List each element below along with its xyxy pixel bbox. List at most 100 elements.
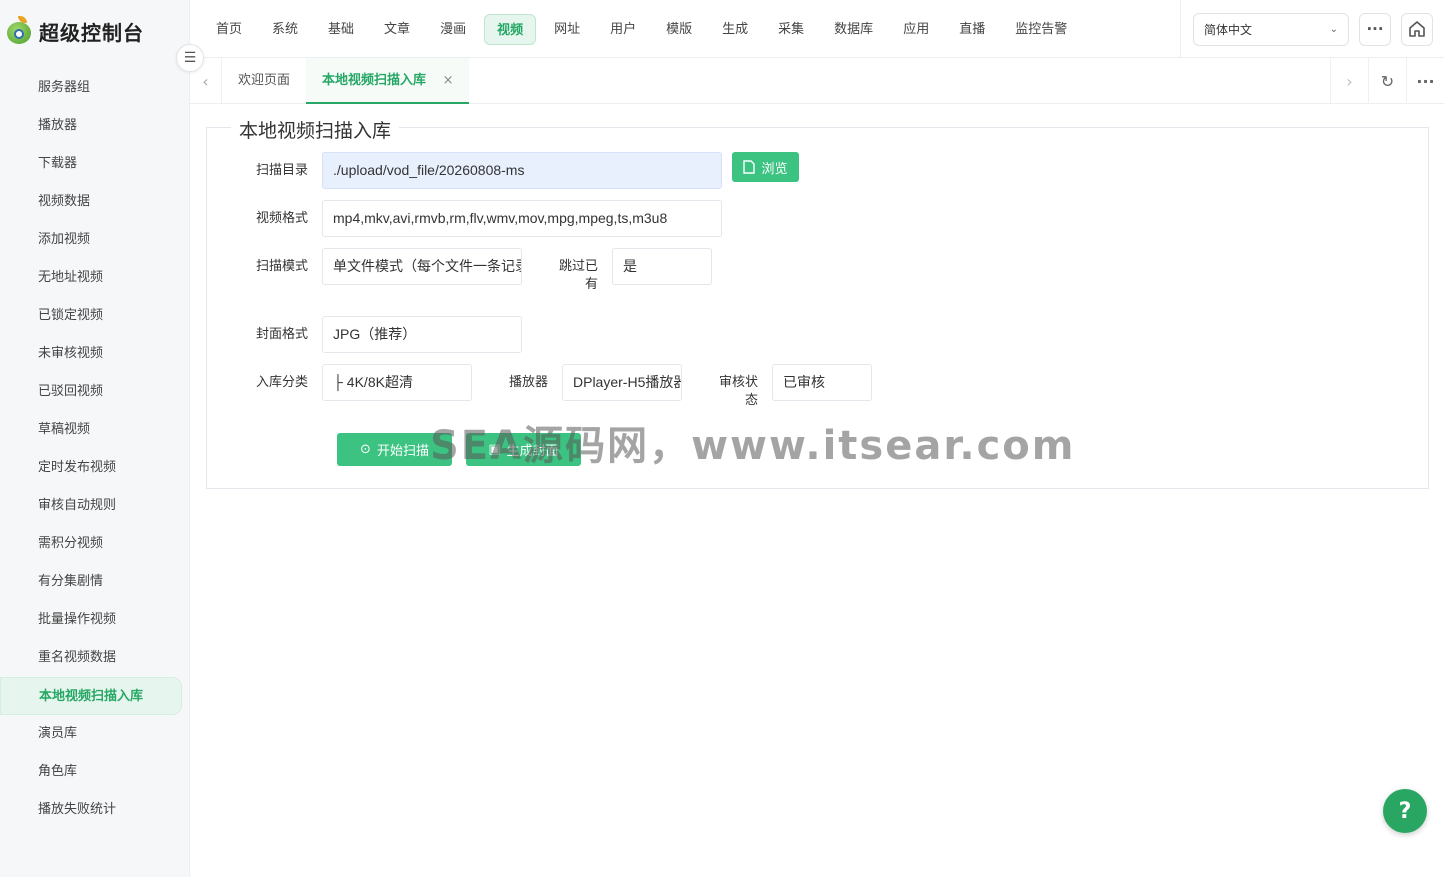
- browse-label: 浏览: [761, 161, 788, 177]
- review-status-label: 审核状 态: [700, 374, 758, 410]
- sidebar-item-rejected-video[interactable]: 已驳回视频: [0, 373, 190, 411]
- refresh-icon: ↻: [1380, 71, 1395, 91]
- sidebar-item-duplicate-video[interactable]: 重名视频数据: [0, 639, 190, 677]
- scan-mode-select[interactable]: 单文件模式（每个文件一条记录）: [322, 248, 522, 285]
- nav-website[interactable]: 网址: [542, 14, 592, 45]
- player-label: 播放器: [508, 375, 548, 390]
- sidebar-item-actors[interactable]: 演员库: [0, 715, 190, 753]
- nav-comic[interactable]: 漫画: [428, 14, 478, 45]
- close-icon[interactable]: ×: [443, 73, 454, 88]
- more-button[interactable]: ···: [1359, 12, 1391, 46]
- sidebar: 超级控制台 服务器组 播放器 下载器 视频数据 添加视频 无地址视频 已锁定视频…: [0, 0, 190, 877]
- nav-database[interactable]: 数据库: [822, 14, 885, 45]
- language-value: 简体中文: [1204, 22, 1253, 37]
- nav-system[interactable]: 系统: [260, 14, 310, 45]
- scan-mode-label: 扫描模式: [255, 259, 308, 274]
- sidebar-menu: 服务器组 播放器 下载器 视频数据 添加视频 无地址视频 已锁定视频 未审核视频…: [0, 69, 190, 829]
- help-button[interactable]: ?: [1383, 789, 1427, 833]
- sidebar-collapse-button[interactable]: ☰: [176, 44, 204, 72]
- scan-dir-input[interactable]: ./upload/vod_file/20260808-ms: [322, 152, 722, 189]
- skip-existing-label: 跳过已 有: [540, 258, 598, 294]
- video-format-input[interactable]: mp4,mkv,avi,rmvb,rm,flv,wmv,mov,mpg,mpeg…: [322, 200, 722, 237]
- sidebar-item-batch-video[interactable]: 批量操作视频: [0, 601, 190, 639]
- home-button[interactable]: [1401, 12, 1433, 46]
- skip-existing-label-line1: 跳过已: [558, 259, 598, 274]
- sidebar-item-scheduled-video[interactable]: 定时发布视频: [0, 449, 190, 487]
- generate-cover-label: 生成封面: [506, 444, 559, 459]
- nav-basic[interactable]: 基础: [316, 14, 366, 45]
- tab-local-scan[interactable]: 本地视频扫描入库 ×: [306, 58, 470, 104]
- review-status-label-line1: 审核状: [718, 375, 758, 390]
- sidebar-item-draft-video[interactable]: 草稿视频: [0, 411, 190, 449]
- app-root: 超级控制台 服务器组 播放器 下载器 视频数据 添加视频 无地址视频 已锁定视频…: [0, 0, 1444, 877]
- player-select[interactable]: DPlayer-H5播放器: [562, 364, 682, 401]
- start-scan-label: 开始扫描: [376, 444, 429, 459]
- help-icon: ?: [1398, 798, 1412, 824]
- sidebar-item-server-group[interactable]: 服务器组: [0, 69, 190, 107]
- sidebar-item-episode-plot[interactable]: 有分集剧情: [0, 563, 190, 601]
- generate-cover-button[interactable]: ▣ 生成封面: [466, 433, 581, 466]
- skip-existing-select[interactable]: 是: [612, 248, 712, 285]
- scan-dir-label: 扫描目录: [255, 163, 308, 178]
- ellipsis-icon: ···: [1416, 71, 1435, 91]
- apple-logo-icon: [4, 16, 34, 46]
- sidebar-item-player[interactable]: 播放器: [0, 107, 190, 145]
- sidebar-item-locked-video[interactable]: 已锁定视频: [0, 297, 190, 335]
- refresh-button[interactable]: ↻: [1368, 58, 1406, 104]
- review-status-label-line2: 态: [744, 393, 758, 408]
- chevron-right-icon: ›: [1346, 71, 1353, 91]
- chevron-left-icon: ‹: [202, 71, 209, 91]
- sidebar-item-play-failures[interactable]: 播放失败统计: [0, 791, 190, 829]
- tabs: 欢迎页面 本地视频扫描入库 ×: [222, 58, 470, 104]
- review-status-select[interactable]: 已审核: [772, 364, 872, 401]
- skip-existing-label-line2: 有: [584, 277, 598, 292]
- top-nav-right: 简体中文 ⌄ ···: [1180, 0, 1444, 58]
- start-scan-button[interactable]: ⊙ 开始扫描: [337, 433, 452, 466]
- nav-live[interactable]: 直播: [947, 14, 997, 45]
- sidebar-item-video-data[interactable]: 视频数据: [0, 183, 190, 221]
- cover-format-select[interactable]: JPG（推荐）: [322, 316, 522, 353]
- home-icon: [1409, 21, 1425, 37]
- file-icon: [743, 160, 756, 174]
- nav-generate[interactable]: 生成: [710, 14, 760, 45]
- nav-collect[interactable]: 采集: [766, 14, 816, 45]
- top-nav-items: 首页 系统 基础 文章 漫画 视频 网址 用户 模版 生成 采集 数据库 应用 …: [204, 14, 1085, 45]
- sidebar-item-unreviewed-video[interactable]: 未审核视频: [0, 335, 190, 373]
- image-icon: ▣: [488, 442, 501, 457]
- chevron-down-icon: ⌄: [1329, 23, 1338, 35]
- nav-article[interactable]: 文章: [372, 14, 422, 45]
- tab-local-scan-label: 本地视频扫描入库: [322, 73, 427, 88]
- top-nav: 首页 系统 基础 文章 漫画 视频 网址 用户 模版 生成 采集 数据库 应用 …: [190, 0, 1444, 58]
- tab-scroll-right[interactable]: ›: [1330, 58, 1368, 104]
- cover-format-label: 封面格式: [255, 327, 308, 342]
- nav-user[interactable]: 用户: [598, 14, 648, 45]
- sidebar-item-points-video[interactable]: 需积分视频: [0, 525, 190, 563]
- nav-template[interactable]: 模版: [654, 14, 704, 45]
- logo[interactable]: 超级控制台: [4, 14, 144, 48]
- sidebar-item-downloader[interactable]: 下载器: [0, 145, 190, 183]
- form-title: 本地视频扫描入库: [231, 116, 400, 143]
- browse-button[interactable]: 浏览: [732, 152, 799, 182]
- nav-monitor[interactable]: 监控告警: [1003, 14, 1079, 45]
- nav-video[interactable]: 视频: [484, 14, 537, 45]
- category-label: 入库分类: [255, 375, 308, 390]
- nav-apps[interactable]: 应用: [891, 14, 941, 45]
- ellipsis-icon: ···: [1366, 20, 1384, 38]
- nav-home[interactable]: 首页: [204, 14, 254, 45]
- video-format-label: 视频格式: [255, 211, 308, 226]
- app-title: 超级控制台: [39, 20, 144, 45]
- category-select[interactable]: ├ 4K/8K超清: [322, 364, 472, 401]
- sidebar-item-add-video[interactable]: 添加视频: [0, 221, 190, 259]
- language-select[interactable]: 简体中文 ⌄: [1193, 12, 1349, 46]
- tab-welcome[interactable]: 欢迎页面: [222, 58, 306, 104]
- tab-controls: › ↻ ···: [1330, 58, 1444, 104]
- tab-more-button[interactable]: ···: [1406, 58, 1444, 104]
- sidebar-item-auto-review-rules[interactable]: 审核自动规则: [0, 487, 190, 525]
- menu-fold-icon: ☰: [183, 50, 197, 66]
- sidebar-item-no-url-video[interactable]: 无地址视频: [0, 259, 190, 297]
- tab-welcome-label: 欢迎页面: [238, 73, 291, 88]
- tab-bar: ‹ 欢迎页面 本地视频扫描入库 × › ↻ ···: [190, 58, 1444, 104]
- scan-icon: ⊙: [360, 442, 371, 457]
- sidebar-item-local-scan[interactable]: 本地视频扫描入库: [0, 677, 182, 715]
- sidebar-item-roles[interactable]: 角色库: [0, 753, 190, 791]
